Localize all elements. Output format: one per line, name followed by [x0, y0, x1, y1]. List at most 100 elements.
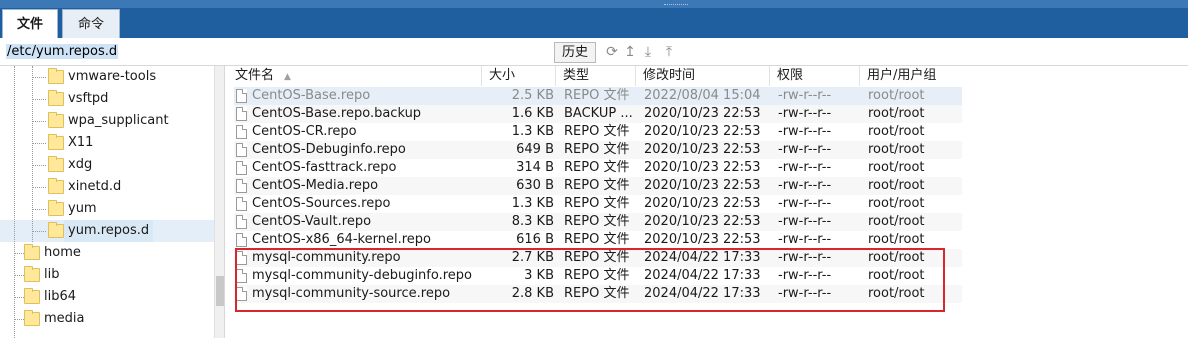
column-header-mtime[interactable]: 修改时间 [636, 66, 770, 86]
column-header-type[interactable]: 类型 [556, 66, 636, 86]
tree-item-x11[interactable]: X11 [0, 132, 214, 154]
history-button[interactable]: 历史 [554, 42, 596, 63]
file-icon [236, 215, 247, 229]
file-name: CentOS-Sources.repo [252, 196, 391, 211]
folder-icon [48, 156, 64, 172]
file-size: 314 B [516, 160, 554, 175]
tree-branch [32, 77, 46, 78]
file-owner: root/root [868, 214, 925, 229]
tab-commands[interactable]: 命令 [62, 9, 120, 38]
column-header-owner[interactable]: 用户/用户组 [860, 66, 960, 86]
file-owner: root/root [868, 160, 925, 175]
folder-icon [48, 68, 64, 84]
tree-item-vmware-tools[interactable]: vmware-tools [0, 66, 214, 88]
panel-grip[interactable] [664, 4, 688, 7]
tree-item-vsftpd[interactable]: vsftpd [0, 88, 214, 110]
file-row[interactable]: CentOS-CR.repo 1.3 KB REPO 文件 2020/10/23 22… [234, 123, 962, 141]
file-perm: -rw-r--r-- [778, 142, 832, 157]
file-size: 8.3 KB [511, 214, 554, 229]
file-name: CentOS-Media.repo [252, 178, 379, 193]
file-type: REPO 文件 [564, 196, 630, 211]
file-owner: root/root [868, 124, 925, 139]
folder-icon [24, 244, 40, 260]
file-row[interactable]: CentOS-Vault.repo 8.3 KB REPO 文件 2020/10/23… [234, 213, 962, 231]
file-row[interactable]: CentOS-Base.repo 2.5 KB REPO 文件 2022/08/04 … [234, 87, 962, 105]
tree-item-media[interactable]: media [0, 308, 214, 330]
tab-files[interactable]: 文件 [2, 9, 58, 38]
tree-item-home[interactable]: home [0, 242, 214, 264]
file-name: CentOS-CR.repo [252, 124, 357, 139]
tree-branch [32, 143, 46, 144]
file-size: 649 B [516, 142, 554, 157]
file-icon [236, 143, 247, 157]
tree-branch [14, 253, 24, 254]
file-name: CentOS-x86_64-kernel.repo [252, 232, 431, 247]
file-list-header: 文件名 ▲ 大小 类型 修改时间 权限 用户/用户组 [228, 66, 1188, 86]
file-size: 1.3 KB [511, 124, 554, 139]
file-row[interactable]: CentOS-Base.repo.backup 1.6 KB BACKUP ... 2… [234, 105, 962, 123]
file-row[interactable]: CentOS-fasttrack.repo 314 B REPO 文件 2020/10… [234, 159, 962, 177]
tree-item-lib64[interactable]: lib64 [0, 286, 214, 308]
path-toolbar: /etc/yum.repos.d 历史 ⟳ ↥ ⤓ ⤒ [0, 38, 1188, 66]
refresh-icon[interactable]: ⟳ [604, 44, 620, 60]
file-mtime: 2020/10/23 22:53 [644, 124, 761, 139]
file-icon [236, 161, 247, 175]
tree-branch [14, 319, 24, 320]
file-perm: -rw-r--r-- [778, 214, 832, 229]
file-row[interactable]: CentOS-Sources.repo 1.3 KB REPO 文件 2020/10/… [234, 195, 962, 213]
file-mtime: 2022/08/04 15:04 [644, 88, 761, 103]
file-icon [236, 89, 247, 103]
tree-item-lib[interactable]: lib [0, 264, 214, 286]
folder-icon [48, 222, 64, 238]
tree-item-wpa-supplicant[interactable]: wpa_supplicant [0, 110, 214, 132]
upload-icon[interactable]: ⤒ [661, 44, 677, 60]
tab-bar: 文件 命令 [0, 0, 1188, 38]
file-owner: root/root [868, 232, 925, 247]
tree-branch [32, 209, 46, 210]
file-name: CentOS-Vault.repo [252, 214, 372, 229]
file-icon [236, 197, 247, 211]
file-size: 630 B [516, 178, 554, 193]
download-icon[interactable]: ⤓ [640, 44, 656, 60]
file-perm: -rw-r--r-- [778, 88, 832, 103]
column-header-name[interactable]: 文件名 ▲ [228, 66, 482, 86]
file-icon [236, 107, 247, 121]
file-size: 1.6 KB [511, 106, 554, 121]
file-name: CentOS-Base.repo [252, 88, 371, 103]
path-text: /etc/yum.repos.d [6, 44, 119, 59]
tree-item-xinetd-d[interactable]: xinetd.d [0, 176, 214, 198]
tree-branch [32, 231, 46, 232]
file-type: REPO 文件 [564, 232, 630, 247]
file-mtime: 2020/10/23 22:53 [644, 142, 761, 157]
file-perm: -rw-r--r-- [778, 196, 832, 211]
tree-item-yum-repos-d[interactable]: yum.repos.d [0, 220, 214, 242]
go-up-icon[interactable]: ↥ [622, 44, 638, 60]
file-owner: root/root [868, 142, 925, 157]
tree-scrollbar[interactable] [214, 66, 224, 338]
file-owner: root/root [868, 178, 925, 193]
file-type: REPO 文件 [564, 178, 630, 193]
folder-link-icon [24, 288, 40, 304]
file-row[interactable]: CentOS-Debuginfo.repo 649 B REPO 文件 2020/10… [234, 141, 962, 159]
path-input[interactable]: /etc/yum.repos.d [4, 43, 552, 62]
directory-tree: vmware-tools vsftpd wpa_supplicant X11 x… [0, 66, 214, 338]
tree-branch [32, 165, 46, 166]
file-mtime: 2020/10/23 22:53 [644, 232, 761, 247]
file-perm: -rw-r--r-- [778, 106, 832, 121]
file-perm: -rw-r--r-- [778, 232, 832, 247]
file-row[interactable]: CentOS-Media.repo 630 B REPO 文件 2020/10/23 … [234, 177, 962, 195]
folder-icon [24, 310, 40, 326]
file-type: REPO 文件 [564, 88, 630, 103]
file-type: REPO 文件 [564, 124, 630, 139]
tree-item-yum[interactable]: yum [0, 198, 214, 220]
file-icon [236, 179, 247, 193]
file-perm: -rw-r--r-- [778, 178, 832, 193]
tree-scrollbar-thumb[interactable] [216, 276, 224, 306]
file-row[interactable]: CentOS-x86_64-kernel.repo 616 B REPO 文件 202… [234, 231, 962, 249]
tree-item-xdg[interactable]: xdg [0, 154, 214, 176]
folder-link-icon [24, 266, 40, 282]
file-mtime: 2020/10/23 22:53 [644, 196, 761, 211]
column-header-permissions[interactable]: 权限 [770, 66, 860, 86]
column-header-size[interactable]: 大小 [482, 66, 556, 86]
file-icon [236, 233, 247, 247]
